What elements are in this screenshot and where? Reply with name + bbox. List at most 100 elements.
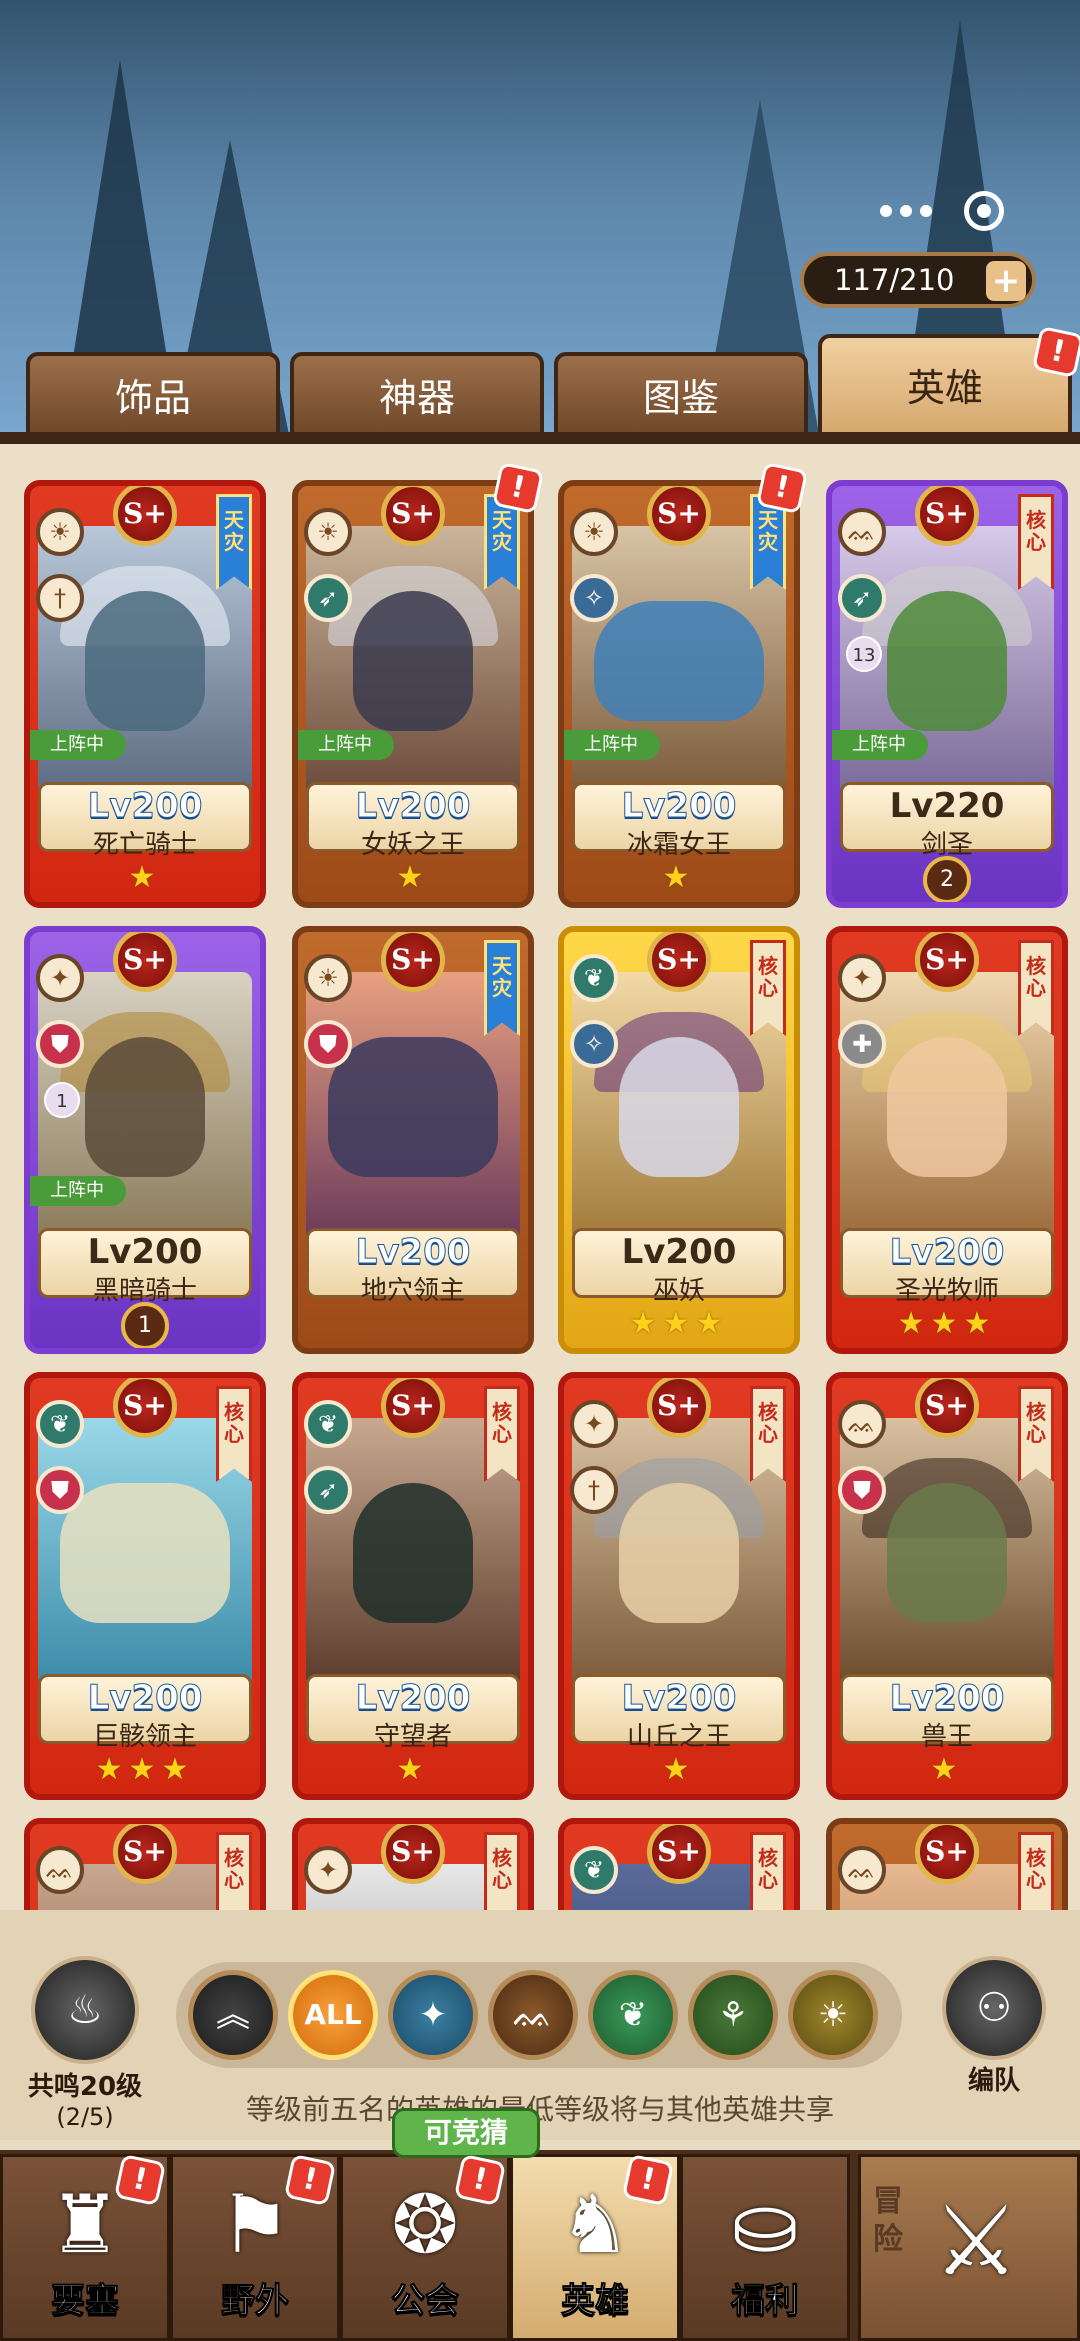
hero-card[interactable]: S+ 核心 ᨐ ➶ 13 上阵中 Lv220 剑圣 2 [826,480,1068,908]
magic-class-icon: ✧ [570,574,618,622]
hero-card[interactable]: S+ 核心 ✦ † Lv200 山丘之王 ★ [558,1372,800,1800]
hero-level: Lv200 [355,1232,471,1273]
rank-emblem: S+ [915,1378,979,1438]
rank-emblem: S+ [647,486,711,546]
alert-badge: ! [453,2153,507,2207]
hero-name: 守望者 [373,1722,452,1752]
hero-card[interactable]: S+ ✦ ⛊ 1 上阵中 Lv200 黑暗骑士 1 [24,926,266,1354]
resonance-hint: 等级前五名的英雄的最低等级将与其他英雄共享 [245,2093,834,2126]
more-icon[interactable] [880,205,932,217]
adventure-label: 冒险 [873,2184,903,2257]
faction-filter-bar: ︽ ALL ✦ ᨐ ❦ ⚘ ☀ [176,1962,902,2068]
hero-card[interactable]: S+ 核心 ❦ [558,1818,800,1910]
hero-card[interactable]: S+ 核心 ✦ [292,1818,534,1910]
filter-sun-icon[interactable]: ☀ [788,1970,878,2060]
hero-card[interactable]: S+ 核心 ᨐ ⛊ Lv200 兽王 ★ [826,1372,1068,1800]
star-rating: ★★★ [95,1752,195,1787]
skill-number-icon: 13 [846,636,882,672]
hero-card[interactable]: S+ 核心 ❦ ✧ Lv200 巫妖 ★★★ [558,926,800,1354]
deployed-tag: 上阵中 [30,1176,126,1206]
nature-faction-icon: ❦ [570,1846,618,1894]
hero-card[interactable]: S+ 核心 ❦ ➶ Lv200 守望者 ★ [292,1372,534,1800]
magic-class-icon: ✧ [570,1020,618,1068]
hero-level: Lv200 [889,1232,1005,1273]
rank-emblem: S+ [113,1378,177,1438]
awaken-medal: 2 [923,856,971,902]
nav-welfare[interactable]: ⛀ 福利 [680,2154,850,2341]
sword-class-icon: † [570,1466,618,1514]
close-target-icon[interactable] [964,191,1004,231]
tab-artifacts[interactable]: 神器 [290,352,544,440]
tab-accessories[interactable]: 饰品 [26,352,280,440]
miniapp-capsule [864,175,1020,247]
guess-tag: 可竞猜 [392,2108,540,2158]
rank-emblem: S+ [915,486,979,546]
hero-level: Lv200 [87,786,203,827]
core-ribbon: 核心 [216,1832,252,1910]
hero-level: Lv200 [355,1678,471,1719]
hero-name: 巫妖 [652,1276,705,1306]
hero-card[interactable]: S+ 核心 ✦ ✚ Lv200 圣光牧师 ★★★ [826,926,1068,1354]
bow-class-icon: ➶ [304,574,352,622]
deployed-tag: 上阵中 [832,730,928,760]
adventure-button[interactable]: 冒险 ⚔ [858,2154,1080,2341]
sort-up-icon[interactable]: ︽ [188,1970,278,2060]
nav-label: 英雄 [561,2281,630,2322]
deployed-tag: 上阵中 [564,730,660,760]
rank-emblem: S+ [381,486,445,546]
hero-name: 山丘之王 [626,1722,731,1752]
tab-divider [0,432,1080,444]
star-rating: ★★★ [629,1306,729,1341]
resonance-flame-icon: ♨ [31,1956,139,2064]
hero-card[interactable]: S+ 核心 ❦ ⛊ Lv200 巨骸领主 ★★★ [24,1372,266,1800]
hero-card[interactable]: S+ 核心 ᨐ [24,1818,266,1910]
hero-level: Lv220 [889,786,1005,826]
hero-level: Lv200 [87,1678,203,1719]
team-icon: ⚇ [942,1956,1046,2060]
compass-faction-icon: ✦ [304,1846,352,1894]
star-rating: ★ [128,860,162,895]
hero-card[interactable]: S+ 天灾 ☀ ➶ 上阵中 Lv200 女妖之王 ★ [292,480,534,908]
tab-heroes[interactable]: 英雄 [818,334,1072,440]
nav-label: 要塞 [51,2281,120,2322]
rank-emblem: S+ [915,932,979,992]
team-button[interactable]: ⚇ 编队 [934,1956,1054,2097]
hero-name: 死亡骑士 [92,830,197,860]
core-ribbon: 核心 [750,940,786,1036]
filter-panel: ♨ 共鸣20级 (2/5) ︽ ALL ✦ ᨐ ❦ ⚘ ☀ ⚇ 编队 等级前五名… [0,1910,1080,2140]
hero-card[interactable]: S+ 天灾 ☀ ⛊ Lv200 地穴领主 [292,926,534,1354]
core-ribbon: 核心 [1018,940,1054,1036]
filter-all-button[interactable]: ALL [288,1970,378,2060]
compass-faction-icon: ✦ [570,1400,618,1448]
shield-class-icon: ⛊ [838,1466,886,1514]
nature-faction-icon: ❦ [304,1400,352,1448]
hero-name: 圣光牧师 [894,1276,999,1306]
rank-emblem: S+ [381,1824,445,1884]
hero-card[interactable]: S+ 天灾 ☀ ✧ 上阵中 Lv200 冰霜女王 ★ [558,480,800,908]
star-rating: ★★★ [897,1306,997,1341]
hero-level: Lv200 [355,786,471,827]
filter-compass-icon[interactable]: ✦ [388,1970,478,2060]
rank-emblem: S+ [915,1824,979,1884]
sun-faction-icon: ☀ [36,508,84,556]
hero-name: 地穴领主 [360,1276,465,1306]
nature-faction-icon: ❦ [36,1400,84,1448]
beast-faction-icon: ᨐ [838,508,886,556]
skill-number-icon: 1 [44,1082,80,1118]
add-capacity-button[interactable]: + [986,261,1026,301]
rank-emblem: S+ [381,1378,445,1438]
star-rating: ★ [396,1752,430,1787]
core-ribbon: 核心 [216,1386,252,1482]
hero-name: 女妖之王 [360,830,465,860]
hero-level: Lv200 [621,1232,737,1272]
filter-beast-icon[interactable]: ᨐ [488,1970,578,2060]
tab-codex[interactable]: 图鉴 [554,352,808,440]
hero-card[interactable]: S+ 天灾 ☀ † 上阵中 Lv200 死亡骑士 ★ [24,480,266,908]
nature-faction-icon: ❦ [570,954,618,1002]
compass-faction-icon: ✦ [838,954,886,1002]
hero-card[interactable]: S+ 核心 ᨐ [826,1818,1068,1910]
alert-badge: ! [755,461,809,515]
filter-leaf-icon[interactable]: ❦ [588,1970,678,2060]
filter-nature-icon[interactable]: ⚘ [688,1970,778,2060]
star-rating: ★ [396,860,430,895]
